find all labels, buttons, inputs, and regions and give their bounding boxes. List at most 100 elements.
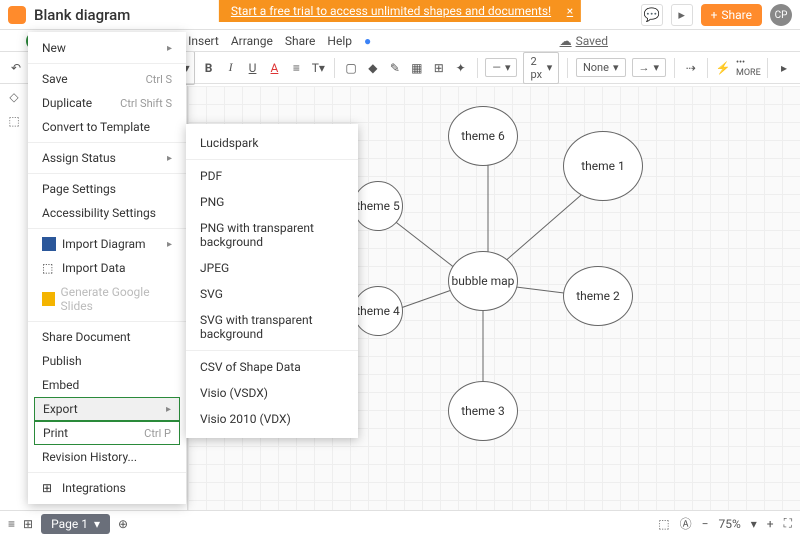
share-plus-icon: + [711, 8, 718, 22]
page-selector[interactable]: Page 1▾ [41, 514, 110, 534]
trial-text[interactable]: Start a free trial to access unlimited s… [231, 4, 551, 18]
border-color-button[interactable]: ◆ [365, 57, 381, 79]
avatar[interactable]: CP [770, 4, 792, 26]
shapes-icon[interactable]: ◇ [9, 90, 18, 104]
line-width-select[interactable]: 2 px▾ [523, 52, 559, 84]
menu-new[interactable]: New▸ [28, 36, 186, 60]
shape-options-button[interactable]: ▦ [409, 57, 425, 79]
line-style-select[interactable]: —▾ [485, 58, 517, 77]
chevron-down-icon[interactable]: ▾ [751, 517, 757, 531]
line-hop-button[interactable]: ⇢ [683, 57, 699, 79]
italic-button[interactable]: I [223, 57, 239, 79]
bubble-node[interactable]: theme 2 [563, 266, 633, 326]
menu-help[interactable]: Help [327, 34, 352, 48]
add-page-button[interactable]: ⊕ [118, 517, 128, 531]
export-svg[interactable]: SVG [186, 281, 358, 307]
trial-banner[interactable]: Start a free trial to access unlimited s… [219, 0, 581, 22]
fullscreen-icon[interactable]: ⛶ [784, 516, 792, 531]
flash-icon[interactable]: ⚡ [715, 57, 731, 79]
chevron-right-icon: ▸ [166, 404, 171, 415]
grid-view-icon[interactable]: ⊞ [23, 517, 33, 531]
zoom-in-button[interactable]: + [767, 517, 774, 531]
menu-arrange[interactable]: Arrange [231, 34, 273, 48]
export-svg-transparent[interactable]: SVG with transparent background [186, 307, 358, 347]
export-csv[interactable]: CSV of Shape Data [186, 354, 358, 380]
slides-icon [42, 292, 55, 306]
export-vsdx[interactable]: Visio (VSDX) [186, 380, 358, 406]
bubble-center[interactable]: bubble map [448, 251, 518, 311]
visio-icon [42, 237, 56, 251]
database-icon: ⬚ [42, 261, 56, 275]
bubble-node[interactable]: theme 6 [448, 106, 518, 166]
share-button[interactable]: + Share [701, 4, 762, 26]
menu-insert[interactable]: Insert [188, 34, 219, 48]
menu-accessibility[interactable]: Accessibility Settings [28, 201, 186, 225]
bold-button[interactable]: B [201, 57, 217, 79]
border-style-button[interactable]: ✎ [387, 57, 403, 79]
comment-icon[interactable]: 💬 [641, 4, 663, 26]
chevron-right-icon: ▸ [167, 153, 172, 164]
export-lucidspark[interactable]: Lucidspark [186, 130, 358, 156]
export-png[interactable]: PNG [186, 189, 358, 215]
zoom-level[interactable]: 75% [718, 517, 740, 531]
menu-export[interactable]: Export▸ [34, 397, 180, 421]
menu-revision-history[interactable]: Revision History... [28, 445, 186, 469]
saved-label: Saved [576, 34, 608, 48]
bubble-node[interactable]: theme 5 [353, 181, 403, 231]
zoom-out-button[interactable]: − [702, 517, 709, 531]
present-icon[interactable]: ▸ [671, 4, 693, 26]
text-color-button[interactable]: A [266, 57, 282, 79]
export-png-transparent[interactable]: PNG with transparent background [186, 215, 358, 255]
chevron-down-icon: ▾ [547, 61, 553, 74]
file-menu: New▸ SaveCtrl S DuplicateCtrl Shift S Co… [28, 32, 186, 504]
bubble-node[interactable]: theme 4 [353, 286, 403, 336]
lock-button[interactable]: ⊞ [431, 57, 447, 79]
share-label: Share [721, 8, 752, 22]
align-button[interactable]: ≡ [288, 57, 304, 79]
accessibility-icon[interactable]: Ⓐ [680, 515, 692, 532]
bubble-node[interactable]: theme 3 [448, 381, 518, 441]
menu-share[interactable]: Share [285, 34, 316, 48]
magic-button[interactable]: ✦ [453, 57, 469, 79]
menu-print[interactable]: PrintCtrl P [34, 421, 180, 445]
start-endpoint-select[interactable]: None▾ [576, 58, 626, 77]
end-endpoint-select[interactable]: →▾ [632, 58, 667, 77]
menu-publish[interactable]: Publish [28, 349, 186, 373]
chevron-down-icon: ▾ [505, 61, 511, 74]
integrations-icon: ⊞ [42, 481, 56, 495]
chevron-right-icon: ▸ [167, 239, 172, 250]
menu-page-settings[interactable]: Page Settings [28, 177, 186, 201]
export-pdf[interactable]: PDF [186, 163, 358, 189]
close-icon[interactable]: × [567, 4, 573, 18]
export-jpeg[interactable]: JPEG [186, 255, 358, 281]
menu-generate-slides: Generate Google Slides [28, 280, 186, 318]
layers-icon[interactable]: ⬚ [658, 517, 669, 531]
menu-embed[interactable]: Embed [28, 373, 186, 397]
chevron-down-icon: ▾ [94, 517, 100, 531]
export-submenu: Lucidspark PDF PNG PNG with transparent … [186, 124, 358, 438]
app-logo [8, 6, 26, 24]
undo-icon[interactable]: ↶ [8, 57, 24, 79]
bubble-node[interactable]: theme 1 [563, 131, 643, 201]
underline-button[interactable]: U [245, 57, 261, 79]
chevron-down-icon: ▾ [613, 61, 619, 74]
menu-import-data[interactable]: ⬚Import Data [28, 256, 186, 280]
menu-integrations[interactable]: ⊞Integrations [28, 476, 186, 500]
menu-convert-template[interactable]: Convert to Template [28, 115, 186, 139]
chevron-down-icon: ▾ [654, 61, 660, 74]
help-dot-icon: ● [364, 34, 371, 48]
saved-indicator[interactable]: ☁ Saved [560, 34, 608, 48]
fill-button[interactable]: ▢ [343, 57, 359, 79]
export-vdx[interactable]: Visio 2010 (VDX) [186, 406, 358, 432]
menu-save[interactable]: SaveCtrl S [28, 67, 186, 91]
document-title[interactable]: Blank diagram [34, 6, 130, 24]
list-view-icon[interactable]: ≡ [8, 517, 15, 531]
menu-duplicate[interactable]: DuplicateCtrl Shift S [28, 91, 186, 115]
collapse-icon[interactable]: ▸ [776, 57, 792, 79]
more-button[interactable]: •••MORE [737, 57, 759, 79]
menu-share-doc[interactable]: Share Document [28, 325, 186, 349]
text-options-button[interactable]: T▾ [310, 57, 326, 79]
menu-assign-status[interactable]: Assign Status▸ [28, 146, 186, 170]
menu-import-diagram[interactable]: Import Diagram▸ [28, 232, 186, 256]
data-icon[interactable]: ⬚ [8, 114, 19, 128]
